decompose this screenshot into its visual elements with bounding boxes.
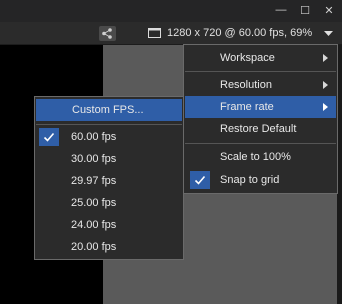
- minimize-button[interactable]: —: [270, 2, 292, 18]
- checkmark-icon: [194, 175, 206, 185]
- menu-item-frame-rate[interactable]: Frame rate: [185, 96, 336, 118]
- menu-item-label: Workspace: [220, 52, 275, 64]
- menu-item-label: Scale to 100%: [220, 151, 291, 163]
- maximize-button[interactable]: ☐: [294, 2, 316, 18]
- chevron-right-icon: [323, 54, 328, 62]
- menu-item-label: 24.00 fps: [71, 219, 117, 231]
- chevron-down-icon[interactable]: [324, 29, 333, 38]
- menu-item-label: 25.00 fps: [71, 197, 117, 209]
- checkmark-icon: [43, 132, 55, 142]
- menu-item-label: 20.00 fps: [71, 241, 117, 253]
- title-bar: — ☐ ✕: [0, 0, 342, 22]
- menu-item-label: Resolution: [220, 79, 272, 91]
- menu-item-label: Frame rate: [220, 101, 274, 113]
- menu-item-label: 60.00 fps: [71, 131, 117, 143]
- chevron-right-icon: [323, 81, 328, 89]
- fps-option-20[interactable]: 20.00 fps: [36, 236, 182, 258]
- menu-item-label: 29.97 fps: [71, 175, 117, 187]
- menu-item-restore-default[interactable]: Restore Default: [185, 118, 336, 140]
- menu-item-custom-fps[interactable]: Custom FPS...: [36, 99, 182, 121]
- fps-option-29-97[interactable]: 29.97 fps: [36, 170, 182, 192]
- close-button[interactable]: ✕: [318, 2, 340, 18]
- fps-option-24[interactable]: 24.00 fps: [36, 214, 182, 236]
- view-options-menu: Workspace Resolution Frame rate Restore …: [183, 44, 338, 194]
- fps-option-25[interactable]: 25.00 fps: [36, 192, 182, 214]
- menu-item-scale-100[interactable]: Scale to 100%: [185, 146, 336, 168]
- menu-separator: [185, 143, 336, 144]
- menu-item-label: Restore Default: [220, 123, 297, 135]
- menu-item-snap-to-grid[interactable]: Snap to grid: [185, 169, 336, 191]
- fps-option-60[interactable]: 60.00 fps: [36, 126, 182, 148]
- chevron-right-icon: [323, 103, 328, 111]
- menu-item-resolution[interactable]: Resolution: [185, 74, 336, 96]
- menu-item-label: 30.00 fps: [71, 153, 117, 165]
- menu-item-workspace[interactable]: Workspace: [185, 47, 336, 69]
- fps-option-30[interactable]: 30.00 fps: [36, 148, 182, 170]
- frame-rate-submenu: Custom FPS... 60.00 fps 30.00 fps 29.97 …: [34, 96, 184, 260]
- menu-item-label: Custom FPS...: [72, 104, 144, 116]
- resolution-status[interactable]: 1280 x 720 @ 60.00 fps, 69%: [167, 27, 312, 39]
- menu-item-label: Snap to grid: [220, 174, 280, 186]
- share-icon[interactable]: [99, 26, 116, 41]
- menu-separator: [36, 124, 182, 125]
- menu-separator: [185, 71, 336, 72]
- monitor-icon: [148, 28, 161, 38]
